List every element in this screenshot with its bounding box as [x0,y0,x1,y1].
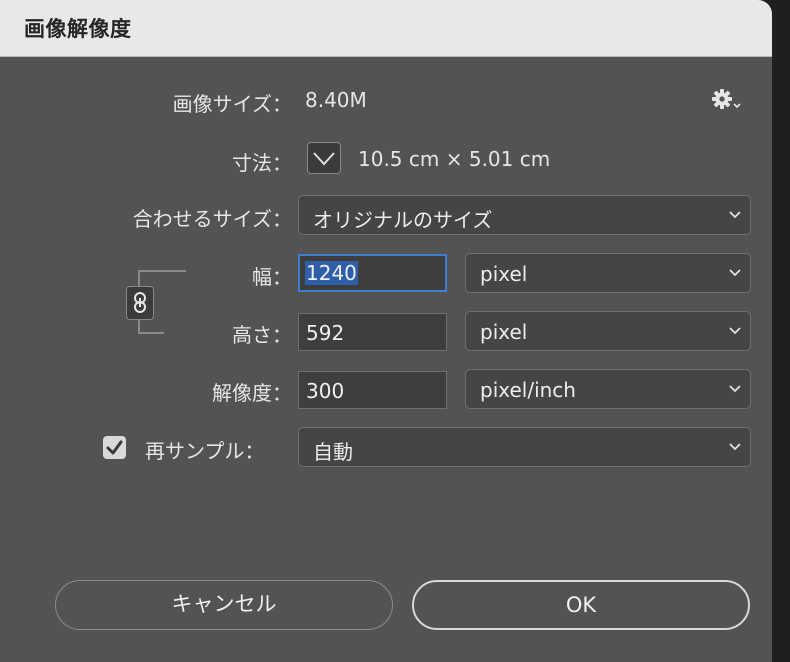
title-bar[interactable]: 画像解像度 [0,0,772,57]
fit-to-label: 合わせるサイズ： [132,207,292,231]
resample-selected: 自動 [313,440,353,464]
link-chain-icon [134,292,146,313]
resolution-unit-select[interactable]: pixel/inch [465,369,751,409]
width-label: 幅： [252,265,292,289]
gear-icon[interactable] [711,87,741,113]
dimensions-label: 寸法： [232,151,292,175]
cancel-button[interactable]: キャンセル [55,580,393,630]
dialog-title: 画像解像度 [24,17,132,41]
width-unit-select[interactable]: pixel [465,253,751,293]
resolution-input[interactable]: 300 [298,371,447,409]
height-value: 592 [306,321,345,345]
resolution-unit: pixel/inch [480,378,576,402]
dimensions-unit-button[interactable] [307,142,341,174]
chevron-down-icon [729,269,741,277]
constrain-bracket-bottom [138,320,164,334]
ok-button[interactable]: OK [412,580,750,630]
fit-to-selected: オリジナルのサイズ [313,208,493,232]
resolution-value: 300 [306,379,345,403]
chevron-down-icon [729,443,741,451]
height-input[interactable]: 592 [298,313,447,351]
width-input[interactable]: 1240 [298,254,447,292]
image-size-value: 8.40M [305,88,367,112]
resample-select[interactable]: 自動 [298,427,751,467]
height-unit: pixel [480,320,528,344]
resolution-label: 解像度： [212,381,292,405]
checkmark-icon [106,440,123,455]
chevron-down-icon [729,385,741,393]
dimensions-value: 10.5 cm × 5.01 cm [358,147,551,171]
width-value: 1240 [305,261,358,285]
image-size-label: 画像サイズ： [172,92,292,116]
image-size-dialog: 画像解像度 画像サイズ： 8.40M 寸法： 10.5 cm × 5.01 cm… [0,0,772,662]
fit-to-select[interactable]: オリジナルのサイズ [298,195,751,235]
chevron-down-icon [729,211,741,219]
chevron-down-icon [313,152,335,166]
height-unit-select[interactable]: pixel [465,311,751,351]
constrain-proportions-button[interactable] [126,286,154,320]
resample-label: 再サンプル： [145,439,265,463]
resample-checkbox[interactable] [103,436,126,459]
chevron-down-icon [729,327,741,335]
constrain-bracket-top [138,270,186,286]
height-label: 高さ： [232,323,292,347]
width-unit: pixel [480,262,528,286]
